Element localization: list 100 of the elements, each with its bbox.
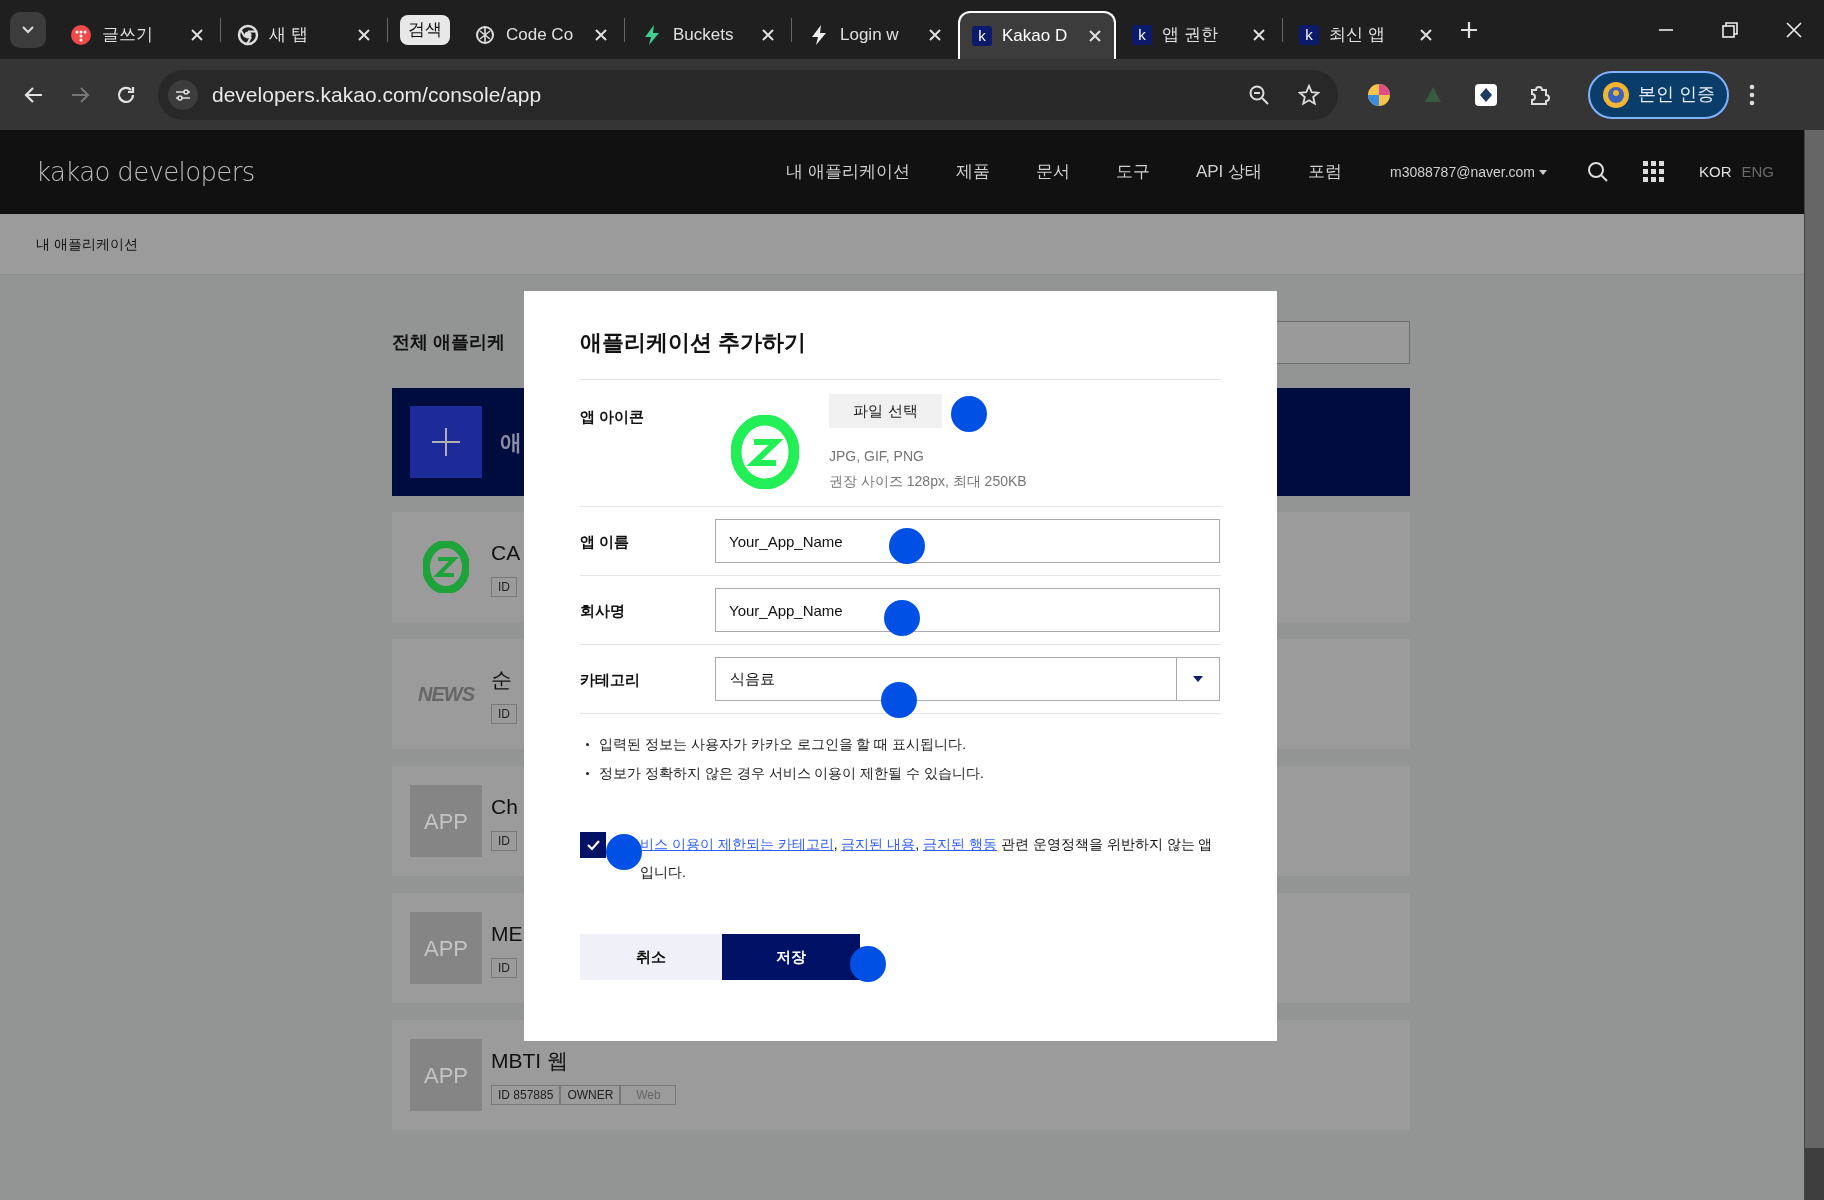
text-input[interactable]: Your_App_Name: [715, 588, 1220, 632]
policy-link[interactable]: 금지된 행동: [923, 836, 997, 852]
field-label: 회사명: [580, 601, 626, 621]
tab-search-icon[interactable]: [10, 11, 46, 48]
nav-link[interactable]: 포럼: [1308, 159, 1342, 185]
profile-button[interactable]: 본인 인증: [1588, 70, 1729, 119]
palette-extension-icon[interactable]: [1366, 81, 1392, 108]
note-text: 정보가 정확하지 않은 경우 서비스 이용이 제한될 수 있습니다.: [599, 764, 984, 783]
nav-link[interactable]: 문서: [1035, 159, 1070, 185]
add-app-label: 애: [500, 428, 522, 457]
close-icon[interactable]: [1088, 29, 1102, 43]
play-extension-icon[interactable]: [1474, 82, 1498, 107]
site-logo[interactable]: kakao developers: [36, 152, 255, 192]
field-label: 카테고리: [580, 670, 641, 690]
app-name: 순: [491, 667, 513, 693]
dots-icon: [70, 24, 92, 46]
check-icon: [586, 839, 600, 851]
browser-tab[interactable]: k 최신 앱: [1287, 11, 1445, 59]
tab-title: 앱 권한: [1162, 24, 1219, 47]
app-name: CA: [491, 540, 521, 566]
close-icon[interactable]: [357, 28, 371, 42]
tab-title: Buckets: [673, 24, 735, 47]
tab-title: 새 탭: [269, 24, 309, 47]
bookmark-star-icon[interactable]: [1298, 83, 1320, 106]
close-icon[interactable]: [190, 28, 204, 42]
nav-link[interactable]: 도구: [1115, 159, 1150, 185]
app-placeholder-icon: APP: [410, 912, 482, 984]
search-chip[interactable]: 검색: [400, 14, 450, 45]
close-icon[interactable]: [594, 28, 608, 42]
hint-text: JPG, GIF, PNG: [829, 447, 925, 466]
app-logo-icon: [730, 414, 800, 490]
click-marker: [606, 834, 642, 870]
browser-tab[interactable]: Code Co: [462, 11, 620, 59]
tab-title: Kakao D: [1002, 25, 1069, 48]
field-label: 앱 이름: [580, 532, 631, 552]
field-label: 앱 아이콘: [580, 407, 646, 427]
click-marker: [881, 682, 917, 718]
file-select-button[interactable]: 파일 선택: [829, 394, 942, 428]
url-text: developers.kakao.com/console/app: [212, 81, 543, 108]
tab-title: 글쓰기: [102, 24, 154, 47]
browser-tab[interactable]: 글쓰기: [58, 11, 216, 59]
favicon: k: [972, 26, 992, 46]
app-name: MBTI 웹: [491, 1048, 569, 1074]
language-link[interactable]: KOR: [1698, 160, 1732, 184]
app-tag: ID: [491, 958, 517, 978]
menu-icon[interactable]: [1749, 83, 1755, 106]
scrollbar[interactable]: [1804, 130, 1824, 1200]
click-marker: [889, 528, 925, 564]
app-tag: ID: [491, 577, 517, 597]
app-tag: OWNER: [560, 1085, 621, 1105]
cancel-button[interactable]: 취소: [580, 934, 722, 980]
hint-text: 권장 사이즈 128px, 최대 250KB: [829, 472, 1027, 491]
nav-link[interactable]: 제품: [955, 159, 990, 185]
tab-title: 최신 앱: [1329, 24, 1386, 47]
account-menu[interactable]: m3088787@naver.com: [1390, 161, 1547, 183]
save-button[interactable]: 저장: [722, 934, 860, 980]
app-name: Ch: [491, 794, 518, 820]
nav-link[interactable]: API 상태: [1195, 159, 1262, 185]
close-icon[interactable]: [761, 28, 775, 42]
app-placeholder-icon: APP: [410, 1039, 482, 1111]
nav-link[interactable]: 내 애플리케이션: [786, 159, 910, 185]
browser-tab[interactable]: k 앱 권한: [1120, 11, 1278, 59]
policy-link[interactable]: 금지된 내용: [841, 836, 916, 852]
browser-tab[interactable]: Login w: [796, 11, 954, 59]
browser-tab[interactable]: k Kakao D: [958, 11, 1116, 59]
address-bar[interactable]: developers.kakao.com/console/app: [158, 69, 1338, 120]
app-name: ME: [491, 921, 523, 947]
app-tag: ID: [491, 704, 517, 724]
search-icon[interactable]: [1586, 161, 1609, 183]
caret-icon: [1538, 169, 1547, 175]
list-title: 전체 애플리케: [392, 331, 505, 354]
browser-tab[interactable]: Buckets: [629, 11, 787, 59]
click-marker: [850, 946, 886, 982]
favicon: k: [1132, 25, 1152, 45]
new-tab-icon[interactable]: [1459, 19, 1479, 40]
close-icon[interactable]: [1419, 28, 1433, 42]
note-text: 입력된 정보는 사용자가 카카오 로그인을 할 때 표시됩니다.: [599, 735, 967, 754]
dialog-title: 애플리케이션 추가하기: [580, 329, 808, 357]
tab-title: Code Co: [506, 24, 575, 47]
tab-title: Login w: [840, 24, 900, 47]
agreement-checkbox[interactable]: [580, 832, 606, 858]
app-placeholder-icon: APP: [410, 785, 482, 857]
text-input[interactable]: Your_App_Name: [715, 519, 1220, 563]
click-marker: [951, 396, 987, 432]
agreement-text: 비스 이용이 제한되는 카테고리, 금지된 내용, 금지된 행동 관련 운영정책을 위반하지 않는 앱입니다.: [640, 835, 1214, 882]
close-icon[interactable]: [928, 28, 942, 42]
zoom-icon[interactable]: [1248, 83, 1270, 106]
click-marker: [884, 600, 920, 636]
site-settings-icon[interactable]: [168, 79, 198, 110]
favicon: k: [1299, 25, 1319, 45]
apps-grid-icon[interactable]: [1642, 161, 1665, 183]
app-tag: ID 857885: [491, 1085, 561, 1105]
breadcrumb[interactable]: 내 애플리케이션: [36, 233, 138, 255]
avatar-icon: [1602, 80, 1630, 109]
policy-link[interactable]: 비스 이용이 제한되는 카테고리: [640, 836, 834, 852]
browser-tab[interactable]: 새 탭: [225, 11, 383, 59]
plus-icon: [410, 406, 482, 478]
browser-logo-icon: [237, 24, 259, 46]
app-tag: ID: [491, 831, 517, 851]
close-icon[interactable]: [1252, 28, 1266, 42]
